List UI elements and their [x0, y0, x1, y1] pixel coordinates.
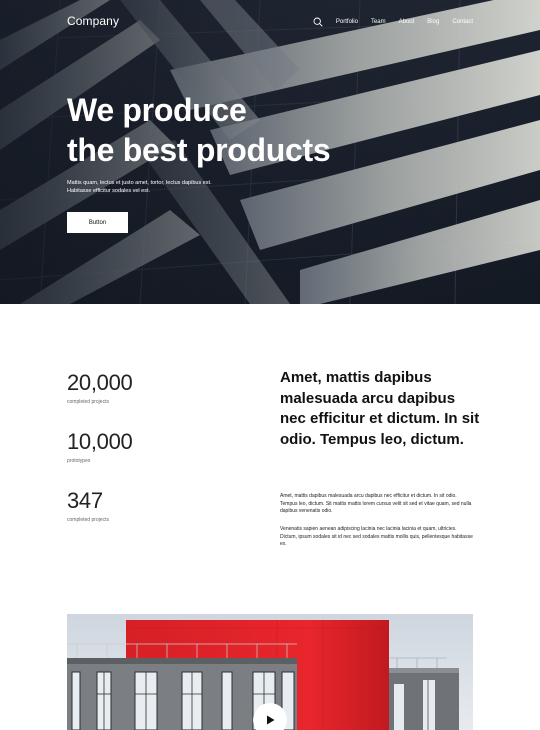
nav-link-contact[interactable]: Contact: [452, 18, 473, 26]
video-thumbnail[interactable]: [67, 614, 473, 730]
hero-description: Mattis quam, lectus et justo amet, torto…: [67, 180, 212, 194]
hero-title-line-2: the best products: [67, 132, 331, 168]
stat-prototypes: 10,000 prototypes: [67, 429, 133, 464]
nav-link-portfolio[interactable]: Portfolio: [336, 18, 358, 26]
feature-headline: Amet, mattis dapibus malesuada arcu dapi…: [280, 369, 480, 448]
hero-section: Company Portfolio Team About Blog Contac…: [0, 0, 540, 304]
nav-link-about[interactable]: About: [399, 18, 415, 26]
stat-label: completed projects: [67, 399, 109, 405]
nav-link-team[interactable]: Team: [371, 18, 386, 26]
feature-paragraph-2: Venenatis sapien aenean adipiscing lacin…: [280, 526, 473, 547]
stat-value: 10,000: [67, 429, 133, 454]
play-button[interactable]: [253, 703, 287, 730]
search-icon[interactable]: [313, 17, 323, 27]
stat-label: prototypes: [67, 458, 91, 464]
main-nav: Portfolio Team About Blog Contact: [313, 17, 473, 27]
stat-completed-projects: 20,000 completed projects: [67, 370, 133, 405]
brand-logo[interactable]: Company: [67, 14, 119, 28]
stat-value: 347: [67, 488, 103, 513]
stat-value: 20,000: [67, 370, 133, 395]
hero-title-line-1: We produce: [67, 92, 247, 128]
play-icon: [267, 715, 275, 725]
nav-link-blog[interactable]: Blog: [427, 18, 439, 26]
hero-title: We produce the best products: [67, 90, 331, 170]
stat-completed-projects-2: 347 completed projects: [67, 488, 109, 523]
feature-paragraph-1: Amet, mattis dapibus malesuada arcu dapi…: [280, 493, 472, 514]
hero-cta-button[interactable]: Button: [67, 212, 128, 233]
stat-label: completed projects: [67, 517, 109, 523]
